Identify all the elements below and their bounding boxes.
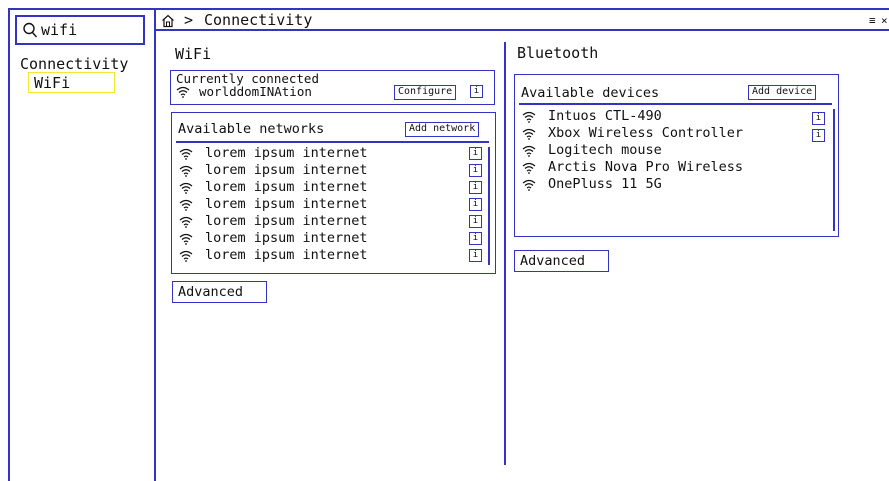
network-name[interactable]: lorem ipsum internet	[205, 214, 368, 228]
network-name[interactable]: lorem ipsum internet	[205, 180, 368, 194]
info-button[interactable]: i	[469, 181, 482, 194]
current-network-name: worlddomINAtion	[199, 84, 312, 99]
network-name[interactable]: lorem ipsum internet	[205, 163, 368, 177]
breadcrumb-separator: >	[184, 11, 194, 29]
wireless-icon	[522, 162, 538, 176]
add-network-button[interactable]: Add network	[405, 122, 480, 137]
wifi-icon	[179, 233, 195, 247]
search-icon	[23, 22, 38, 43]
bluetooth-devices-panel: Available devices Add device Intuos CTL-…	[514, 74, 839, 237]
bluetooth-heading: Bluetooth	[517, 44, 599, 62]
wireless-icon	[522, 179, 538, 193]
networks-scrollbar[interactable]	[488, 147, 490, 265]
info-button[interactable]: i	[469, 198, 482, 211]
device-name[interactable]: OnePluss 11 5G	[548, 177, 662, 191]
sidebar-item-wifi[interactable]: WiFi	[28, 72, 115, 93]
wifi-icon	[179, 182, 195, 196]
search-box[interactable]: wifi	[15, 15, 145, 45]
available-devices-label: Available devices	[521, 85, 660, 101]
wifi-heading: WiFi	[175, 45, 212, 63]
wifi-icon	[176, 86, 192, 100]
info-button[interactable]: i	[812, 112, 825, 125]
device-name[interactable]: Arctis Nova Pro Wireless	[548, 160, 743, 174]
add-device-button[interactable]: Add device	[748, 85, 817, 100]
wifi-icon	[179, 250, 195, 264]
info-button[interactable]: i	[469, 164, 482, 177]
info-button[interactable]: i	[812, 129, 825, 142]
window-frame-left	[8, 8, 10, 481]
window-frame-top	[8, 8, 889, 10]
info-button[interactable]: i	[470, 85, 483, 98]
wifi-advanced-button[interactable]: Advanced	[172, 281, 267, 303]
network-name[interactable]: lorem ipsum internet	[205, 197, 368, 211]
info-button[interactable]: i	[469, 147, 482, 160]
network-name[interactable]: lorem ipsum internet	[205, 248, 368, 262]
devices-scrollbar[interactable]	[833, 109, 835, 231]
wifi-advanced-label: Advanced	[178, 284, 244, 300]
wifi-icon	[179, 165, 195, 179]
search-input[interactable]: wifi	[41, 23, 77, 38]
header-bar	[154, 29, 889, 31]
page-title: Connectivity	[204, 11, 313, 29]
bluetooth-advanced-button[interactable]: Advanced	[514, 250, 609, 272]
wifi-icon	[179, 199, 195, 213]
wireless-icon	[522, 128, 538, 142]
column-divider	[504, 42, 506, 465]
network-name[interactable]: lorem ipsum internet	[205, 146, 368, 160]
info-button[interactable]: i	[469, 249, 482, 262]
wifi-icon	[179, 148, 195, 162]
menu-icon[interactable]: ≡	[869, 15, 876, 26]
sidebar-heading-connectivity[interactable]: Connectivity	[20, 57, 128, 72]
info-button[interactable]: i	[469, 215, 482, 228]
current-connection-panel: Currently connected worlddomINAtion Conf…	[170, 70, 495, 105]
available-devices-divider	[519, 103, 832, 105]
wireless-icon	[522, 111, 538, 125]
available-networks-label: Available networks	[178, 121, 325, 137]
home-icon[interactable]	[161, 13, 175, 32]
available-networks-panel: Available networks Add network lorem ips…	[171, 112, 496, 274]
info-button[interactable]: i	[469, 232, 482, 245]
wireless-icon	[522, 145, 538, 159]
configure-button[interactable]: Configure	[394, 85, 457, 100]
sidebar-item-label: WiFi	[34, 74, 71, 92]
sidebar-divider	[154, 8, 156, 481]
close-icon[interactable]: ×	[881, 15, 888, 26]
device-name[interactable]: Xbox Wireless Controller	[548, 126, 743, 140]
wifi-icon	[179, 216, 195, 230]
network-name[interactable]: lorem ipsum internet	[205, 231, 368, 245]
device-name[interactable]: Logitech mouse	[548, 143, 662, 157]
bluetooth-advanced-label: Advanced	[520, 253, 586, 269]
available-networks-divider	[176, 141, 489, 143]
device-name[interactable]: Intuos CTL-490	[548, 109, 662, 123]
